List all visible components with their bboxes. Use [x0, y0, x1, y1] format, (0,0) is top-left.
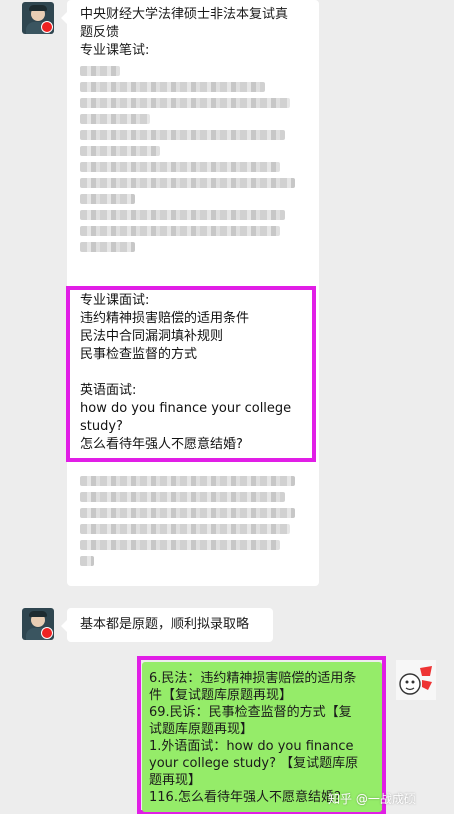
flag-badge-icon — [41, 21, 53, 33]
message-title-line2: 题反馈 — [80, 25, 120, 40]
interview-heading: 专业课面试: — [80, 293, 150, 308]
reply-line-7: 题再现】 — [149, 773, 202, 788]
interview-item-1: 违约精神损害赔偿的适用条件 — [80, 311, 250, 326]
blurred-tail-content — [80, 470, 305, 572]
english-question-2: 怎么看待年强人不愿意结婚? — [80, 437, 243, 452]
blurred-written-content — [80, 60, 305, 258]
reply-line-5: 1.外语面试：how do you finance — [149, 739, 354, 754]
avatar-cap — [29, 611, 47, 617]
reply-line-1: 6.民法：违约精神损害赔偿的适用条 — [149, 671, 357, 686]
english-question-1-line2: study? — [80, 419, 123, 434]
sender-avatar[interactable] — [22, 2, 54, 34]
message-bubble-result[interactable]: 基本都是原题，顺利拟录取略 — [61, 608, 273, 642]
english-question-1-line1: how do you finance your college — [80, 401, 292, 416]
reply-line-4: 试题库原题再现】 — [149, 722, 254, 737]
reply-line-2: 件【复试题库原题再现】 — [149, 688, 293, 703]
zhihu-watermark: 知乎 @一战成硕 — [328, 792, 416, 806]
english-heading: 英语面试: — [80, 383, 137, 398]
result-text: 基本都是原题，顺利拟录取略 — [80, 617, 250, 632]
interview-section: 专业课面试: 违约精神损害赔偿的适用条件 民法中合同漏洞填补规则 民事检查监督的… — [80, 292, 291, 454]
flag-badge-icon — [41, 627, 53, 639]
sender-avatar-2[interactable] — [22, 608, 54, 640]
reply-text: 6.民法：违约精神损害赔偿的适用条 件【复试题库原题再现】 69.民诉：民事检查… — [149, 670, 379, 806]
avatar-cap — [29, 5, 47, 11]
written-exam-heading: 专业课笔试: — [80, 43, 150, 58]
message-title-line1: 中央财经大学法律硕士非法本复试真 — [80, 7, 289, 22]
reply-line-6: your college study? 【复试题库原 — [149, 756, 359, 771]
reply-line-3: 69.民诉：民事检查监督的方式【复 — [149, 705, 352, 720]
interview-item-2: 民法中合同漏洞填补规则 — [80, 329, 224, 344]
interview-item-3: 民事检查监督的方式 — [80, 347, 198, 362]
meme-sticker-icon[interactable] — [396, 660, 436, 700]
